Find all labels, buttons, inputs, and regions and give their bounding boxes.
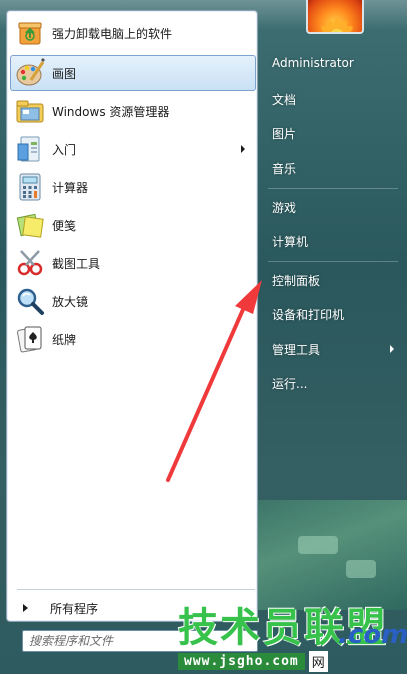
watermark-url-text: www.jsgho.com — [178, 652, 305, 670]
watermark-net-text: 网 — [308, 650, 328, 672]
annotation-arrow-icon — [166, 280, 262, 482]
watermark-com: .com — [338, 620, 407, 650]
watermark-url: www.jsgho.com 网 — [178, 650, 407, 672]
watermark: 技术员联盟 .com www.jsgho.com 网 — [178, 606, 407, 674]
